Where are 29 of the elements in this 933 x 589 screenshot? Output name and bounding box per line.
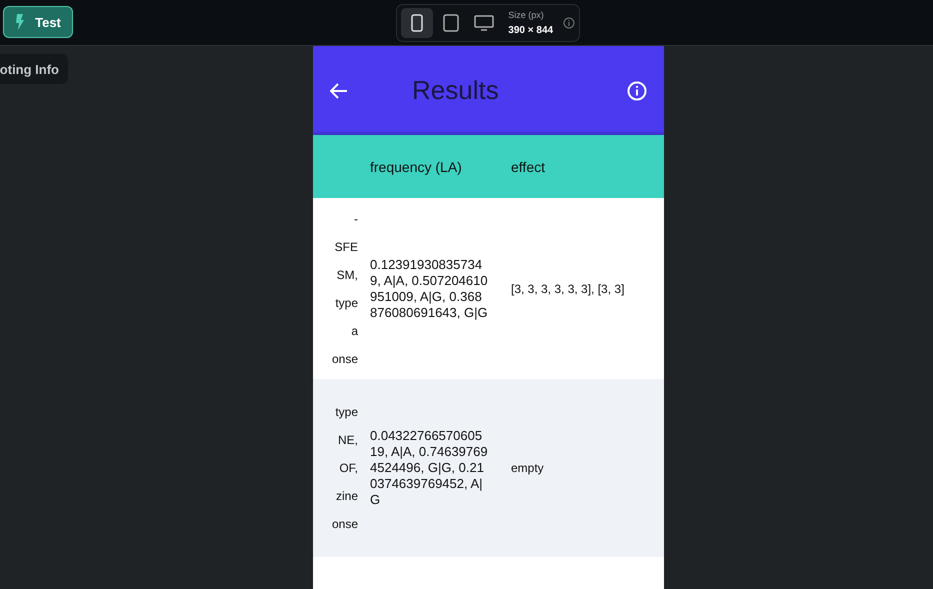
info-icon[interactable] — [563, 17, 575, 29]
monitor-icon — [474, 15, 494, 31]
troubleshooting-tab[interactable]: oting Info — [0, 54, 68, 84]
back-arrow-icon[interactable] — [330, 82, 348, 98]
size-label: Size (px) — [508, 9, 545, 22]
lightning-icon — [15, 14, 26, 30]
table-cell: zine — [336, 488, 358, 504]
column-header: frequency (LA) — [370, 158, 463, 174]
table-cell: OF, — [339, 460, 358, 476]
tablet-icon — [442, 14, 459, 32]
table-cell: a — [351, 322, 358, 338]
column-header: effect — [511, 158, 545, 174]
phone-icon — [410, 14, 423, 32]
table-cell: SFE — [334, 238, 358, 254]
table-cell: onse — [332, 516, 358, 532]
table-cell: [3, 3, 3, 3, 3, 3], [3, 3] — [511, 280, 624, 296]
table-cell: NE, — [338, 432, 358, 448]
table-cell: type — [335, 404, 358, 420]
table-cell: onse — [332, 350, 358, 366]
table-cell: type — [335, 294, 358, 310]
table-cell: empty — [511, 460, 544, 476]
table-cell: 0.0432276657060519, A|A, 0.746397694524496, G|G, 0.210374639769452, A|G — [370, 428, 488, 508]
size-value: 390 × 844 — [508, 24, 554, 38]
table-cell: SM, — [336, 266, 358, 282]
page-title: Results — [412, 75, 500, 106]
table-cell: 0.123919308357349, A|A, 0.507204610951009, A|G, 0.368876080691643, G|G — [370, 256, 488, 320]
table-cell: - — [354, 210, 358, 226]
test-button[interactable]: Test — [3, 6, 73, 38]
phone-view-button[interactable] — [401, 8, 433, 38]
